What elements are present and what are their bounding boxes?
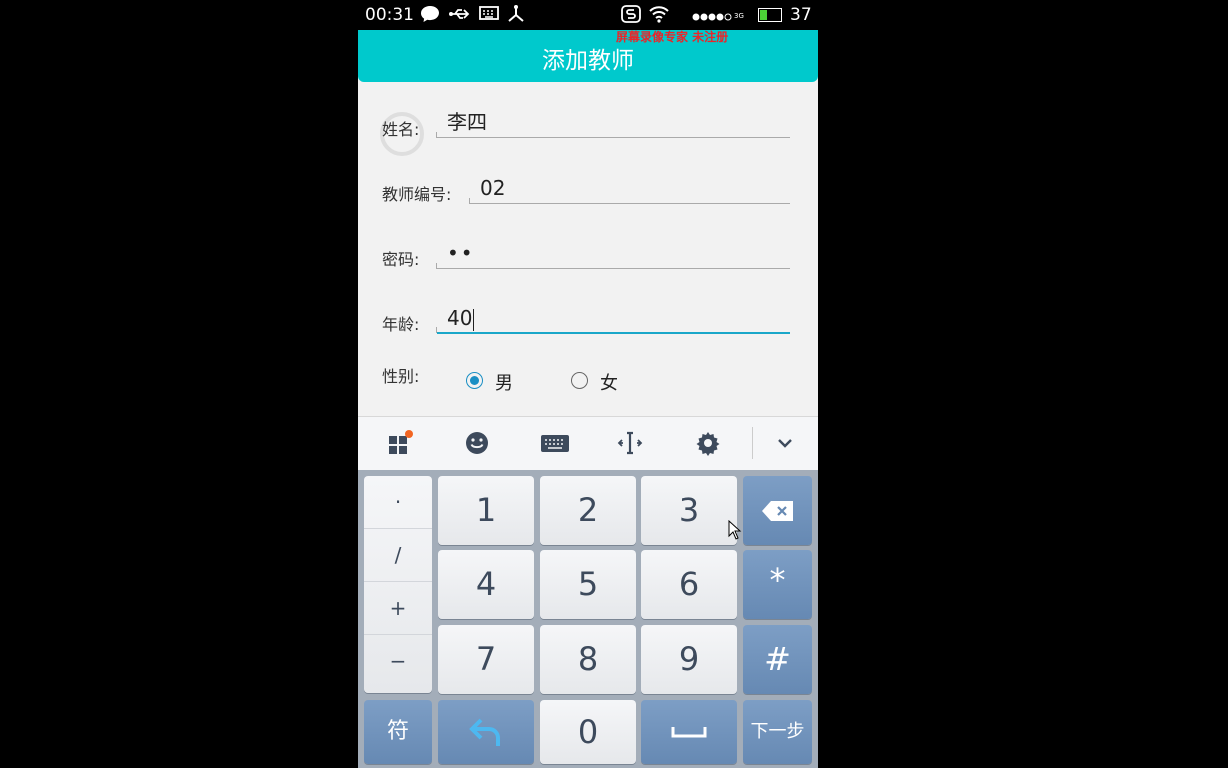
- wifi-icon: [648, 5, 670, 27]
- numeric-keyboard: · / + − 1 2 3 4 5 6 * 7 8 9 # 符 0 下一步: [358, 470, 818, 768]
- symbol-switch-key[interactable]: 符: [364, 700, 432, 764]
- key-symbol-slash[interactable]: /: [364, 529, 432, 582]
- age-value: 40: [447, 306, 473, 330]
- key-0[interactable]: 0: [540, 700, 636, 764]
- key-symbol-dot[interactable]: ·: [364, 476, 432, 529]
- gender-male-radio[interactable]: [466, 372, 483, 389]
- toolbar-divider: [752, 427, 753, 459]
- backspace-icon: [761, 501, 793, 521]
- key-1[interactable]: 1: [438, 476, 534, 545]
- network-icon: [506, 5, 526, 27]
- title-bar: 添加教师 屏幕录像专家 未注册: [358, 30, 818, 82]
- status-time: 00:31: [365, 5, 414, 25]
- name-label: 姓名:: [382, 120, 420, 139]
- key-8[interactable]: 8: [540, 625, 636, 694]
- signal-type-label: 3G: [734, 12, 744, 20]
- password-label: 密码:: [382, 250, 420, 269]
- return-key[interactable]: [438, 700, 534, 764]
- teacher-id-input[interactable]: 02: [469, 176, 790, 204]
- usb-icon: [448, 5, 472, 27]
- app-screen: 添加教师 屏幕录像专家 未注册 姓名: 李四 教师编号: 02 密码: •• 年…: [358, 30, 818, 768]
- text-caret: [473, 308, 475, 331]
- key-7[interactable]: 7: [438, 625, 534, 694]
- emoji-icon[interactable]: [464, 430, 490, 456]
- key-symbol-minus[interactable]: −: [364, 635, 432, 687]
- chevron-down-icon[interactable]: [772, 430, 798, 456]
- key-symbol-plus[interactable]: +: [364, 582, 432, 635]
- name-input[interactable]: 李四: [436, 110, 790, 138]
- apps-grid-icon[interactable]: [387, 430, 413, 456]
- gender-female-radio[interactable]: [571, 372, 588, 389]
- teacher-id-label: 教师编号:: [382, 185, 452, 204]
- keyboard-status-icon: [479, 5, 499, 25]
- password-input[interactable]: ••: [436, 241, 790, 269]
- battery-level: 37: [790, 5, 812, 25]
- key-star[interactable]: *: [743, 550, 812, 619]
- key-hash[interactable]: #: [743, 625, 812, 694]
- key-3[interactable]: 3: [641, 476, 737, 545]
- battery-icon: [758, 8, 782, 22]
- gender-label: 性别:: [382, 367, 420, 386]
- key-6[interactable]: 6: [641, 550, 737, 619]
- space-key[interactable]: [641, 700, 737, 764]
- sogou-status-icon: [621, 5, 641, 27]
- gender-female-label[interactable]: 女: [600, 369, 618, 395]
- space-icon: [671, 727, 707, 738]
- mouse-cursor-icon: [728, 520, 742, 540]
- gender-male-label[interactable]: 男: [495, 369, 513, 395]
- keyboard-toolbar: [358, 416, 818, 470]
- status-bar: 00:31 3G 37: [358, 0, 818, 30]
- age-input[interactable]: 40: [436, 306, 790, 334]
- page-title: 添加教师: [542, 48, 634, 74]
- backspace-key[interactable]: [743, 476, 812, 545]
- chat-icon: [420, 5, 440, 27]
- cursor-move-icon[interactable]: [617, 430, 643, 456]
- watermark: 屏幕录像专家 未注册: [616, 30, 729, 44]
- next-step-key[interactable]: 下一步: [743, 700, 812, 764]
- signal-icon: [692, 9, 738, 27]
- symbol-column: · / + −: [364, 476, 432, 693]
- key-9[interactable]: 9: [641, 625, 737, 694]
- key-2[interactable]: 2: [540, 476, 636, 545]
- settings-gear-icon[interactable]: [695, 430, 721, 456]
- age-label: 年龄:: [382, 315, 420, 334]
- key-5[interactable]: 5: [540, 550, 636, 619]
- return-arrow-icon: [469, 718, 500, 746]
- key-4[interactable]: 4: [438, 550, 534, 619]
- keyboard-switch-icon[interactable]: [540, 430, 570, 456]
